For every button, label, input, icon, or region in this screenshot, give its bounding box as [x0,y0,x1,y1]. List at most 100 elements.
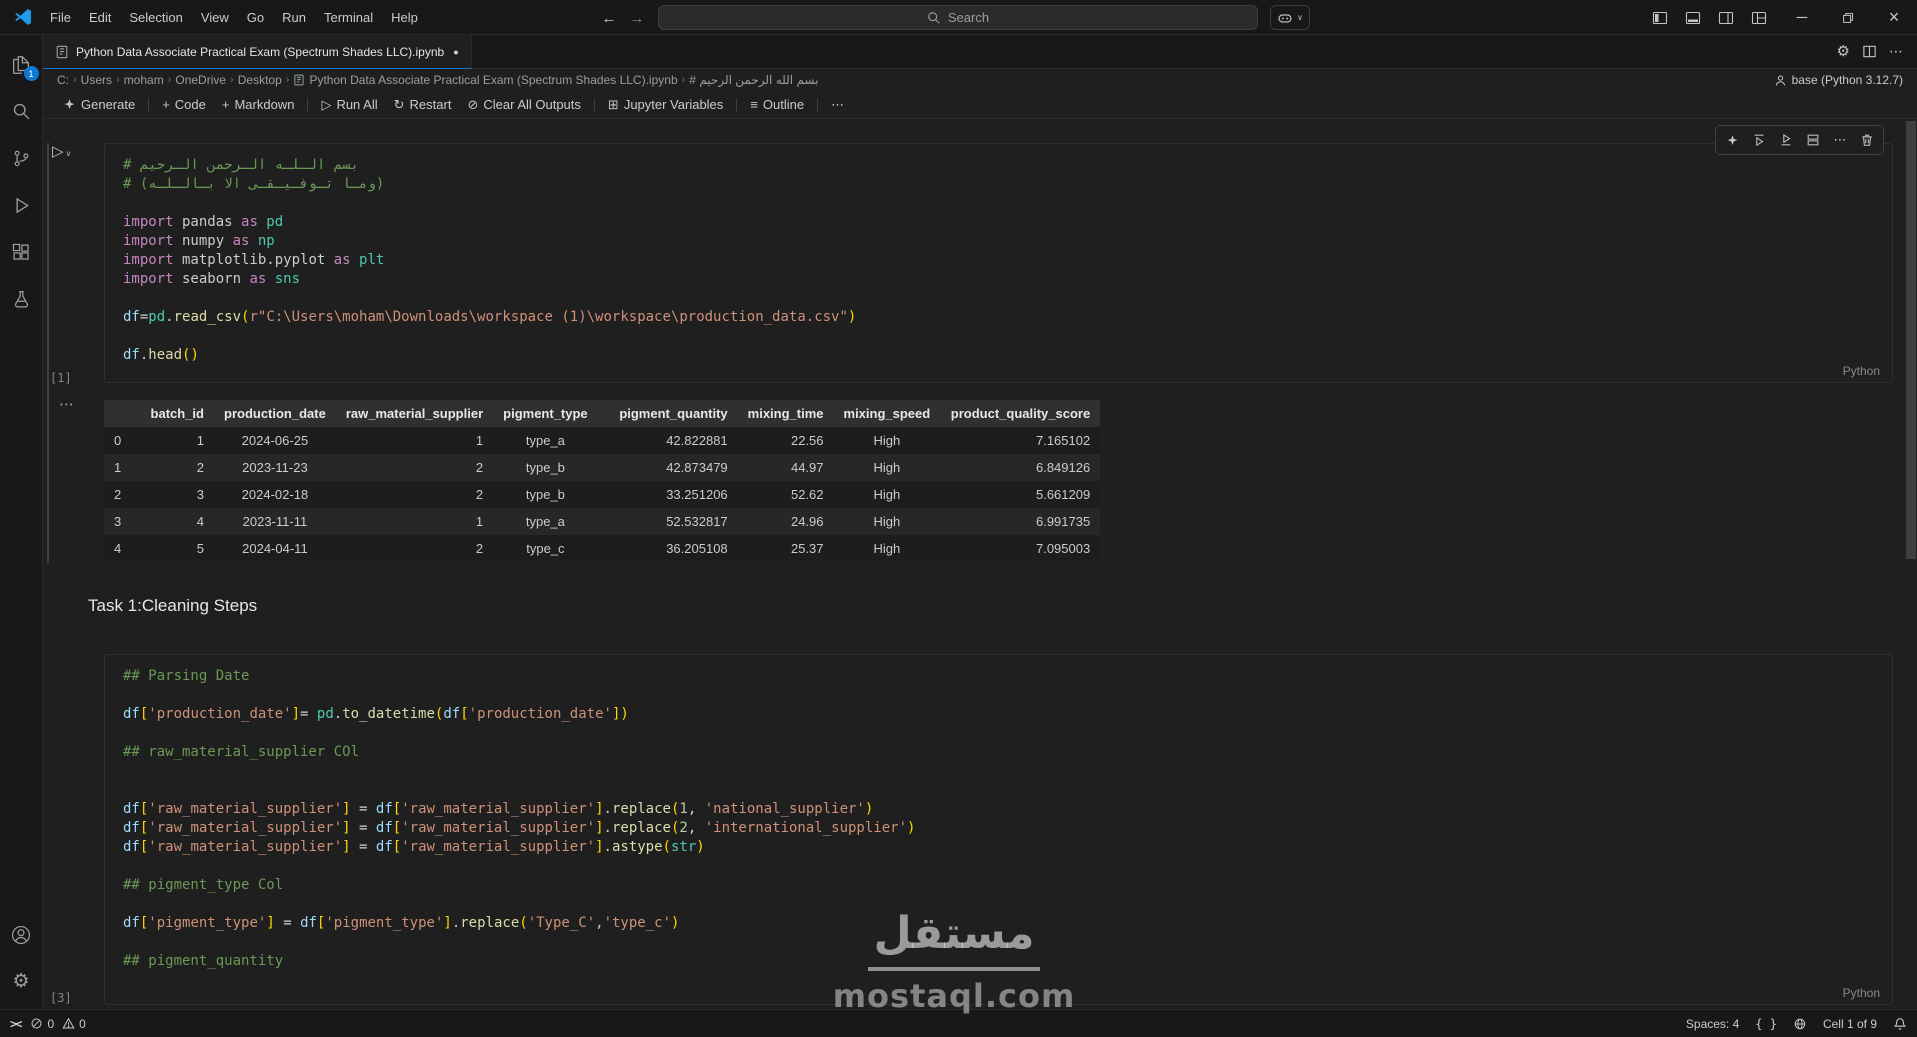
table-cell: 3 [196,487,204,502]
cell-language-button[interactable]: Python [1843,986,1880,1000]
kernel-label: base (Python 3.12.7) [1791,73,1903,87]
execute-below-icon[interactable] [1774,128,1798,152]
toolbar-separator [817,97,819,112]
copilot-button[interactable]: ∨ [1270,5,1310,30]
configure-gear-icon[interactable]: ⚙ [1837,44,1850,59]
forward-button[interactable]: → [626,7,648,29]
jupyter-variables-button[interactable]: ⊞ Jupyter Variables [600,94,731,115]
run-cell-button[interactable]: ▷ ∨ [52,144,71,159]
menu-run[interactable]: Run [273,6,315,29]
table-cell: 52.62 [790,487,824,502]
cell-more-actions-icon[interactable]: ⋯ [1828,128,1852,152]
extensions-icon[interactable] [0,229,43,276]
chevron-down-icon: ∨ [65,149,72,158]
layout-controls [1648,0,1771,35]
kernel-picker-button[interactable]: base (Python 3.12.7) [1774,69,1903,91]
code-cell-1[interactable]: # بسم الـلـه الـرحمن الـرحيم # (ومـا تـوف… [104,143,1893,383]
toolbar-more-button[interactable]: ⋯ [823,95,852,114]
table-cell: 2024-02-18 [241,487,309,502]
restart-kernel-button[interactable]: ↻ Restart [386,94,460,115]
breadcrumb-heading[interactable]: # بسم الله الرحمن الرحيم [689,73,818,87]
clear-outputs-icon: ⊘ [467,97,479,112]
remote-indicator-icon[interactable]: >< [10,1017,23,1031]
toggle-secondary-sidebar-button[interactable] [1714,6,1738,30]
command-center-search[interactable]: Search [658,5,1258,30]
breadcrumb-moham[interactable]: moham [124,73,164,87]
code-line: df['production_date']= pd.to_datetime(df… [123,706,629,722]
settings-gear-icon[interactable]: ⚙ [0,958,43,1005]
menu-view[interactable]: View [192,6,238,29]
more-actions-icon[interactable]: ⋯ [1889,43,1903,60]
breadcrumb-file[interactable]: Python Data Associate Practical Exam (Sp… [293,73,678,87]
breadcrumb-desktop[interactable]: Desktop [238,73,282,87]
menu-file[interactable]: File [41,6,80,29]
menu-help[interactable]: Help [382,6,427,29]
split-cell-icon[interactable] [1801,128,1825,152]
restore-button[interactable] [1825,0,1871,35]
indentation-indicator[interactable]: Spaces: 4 [1686,1017,1739,1031]
menu-terminal[interactable]: Terminal [315,6,382,29]
outline-button[interactable]: ≡ Outline [742,94,812,115]
code-editor[interactable]: # بسم الـلـه الـرحمن الـرحيم # (ومـا تـوف… [105,144,1892,365]
column-header: raw_material_supplier [335,400,494,427]
code-line: ## pigment_type Col [123,877,284,893]
breadcrumb-onedrive[interactable]: OneDrive [175,73,226,87]
notebook-toolbar: Generate + Code + Markdown ▷ Run All ↻ R… [43,91,1917,119]
code-line: df['raw_material_supplier'] = df['raw_ma… [123,801,874,817]
run-all-button[interactable]: ▷ Run All [313,94,385,115]
explorer-icon[interactable]: 1 [0,41,43,88]
output-options-icon[interactable]: ⋯ [59,395,74,413]
menu-go[interactable]: Go [238,6,273,29]
cell-language-button[interactable]: Python [1843,364,1880,378]
table-cell: 2024-06-25 [241,433,309,448]
clear-all-outputs-button[interactable]: ⊘ Clear All Outputs [459,94,588,115]
table-cell: 7.165102 [1035,433,1091,448]
add-code-cell-button[interactable]: + Code [154,94,214,115]
source-control-icon[interactable] [0,135,43,182]
toggle-panel-button[interactable] [1681,6,1705,30]
generate-cell-icon[interactable] [1720,128,1744,152]
code-line: ## Parsing Date [123,668,250,684]
code-cell-2[interactable]: ## Parsing Date df['production_date']= p… [104,654,1893,1005]
back-button[interactable]: ← [598,7,620,29]
scrollbar-thumb[interactable] [1906,121,1916,559]
markdown-cell[interactable]: Task 1:Cleaning Steps [88,596,257,616]
account-icon[interactable] [0,911,43,958]
menu-edit[interactable]: Edit [80,6,120,29]
search-view-icon[interactable] [0,88,43,135]
language-mode-indicator[interactable]: { } [1755,1017,1777,1031]
code-line: ## pigment_quantity [123,953,284,969]
close-button[interactable]: × [1871,0,1917,35]
testing-icon[interactable] [0,276,43,323]
generate-button[interactable]: Generate [55,94,143,115]
execution-count: [1] [50,371,72,385]
code-editor[interactable]: ## Parsing Date df['production_date']= p… [105,655,1892,971]
breadcrumb-users[interactable]: Users [81,73,112,87]
minimize-button[interactable]: ─ [1779,0,1825,35]
table-row: 0 1 2024-06-25 1 type_a 42.822881 22.56 High 7.1… [104,427,1101,454]
run-debug-icon[interactable] [0,182,43,229]
column-header: production_date [214,400,336,427]
tab-notebook[interactable]: Python Data Associate Practical Exam (Sp… [43,35,472,69]
notifications-bell-icon[interactable] [1893,1017,1907,1031]
globe-icon[interactable] [1793,1017,1807,1031]
execute-above-icon[interactable] [1747,128,1771,152]
table-cell: 7.095003 [1035,541,1091,556]
customize-layout-button[interactable] [1747,6,1771,30]
delete-cell-icon[interactable] [1855,128,1879,152]
menu-selection[interactable]: Selection [120,6,191,29]
cell-focus-indicator [47,143,49,563]
add-markdown-cell-button[interactable]: + Markdown [214,94,303,115]
split-editor-icon[interactable] [1862,44,1877,59]
breadcrumb-drive[interactable]: C: [57,73,69,87]
cell-position-indicator[interactable]: Cell 1 of 9 [1823,1017,1877,1031]
problems-indicator[interactable]: 0 0 [30,1017,86,1031]
vscode-logo-icon [13,7,33,27]
plus-icon: + [221,97,230,112]
toggle-primary-sidebar-button[interactable] [1648,6,1672,30]
table-cell: 33.251206 [666,487,728,502]
tab-label: Python Data Associate Practical Exam (Sp… [76,44,445,59]
